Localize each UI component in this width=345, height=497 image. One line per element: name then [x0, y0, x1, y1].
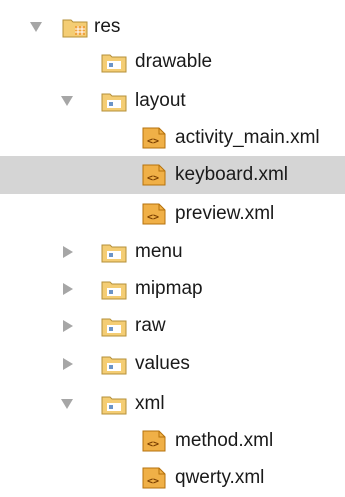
folder-icon — [101, 93, 127, 112]
xml-file-icon: <> — [142, 430, 166, 452]
folder-icon — [101, 318, 127, 337]
collapsed-arrow-icon[interactable] — [61, 358, 75, 370]
tree-row-activity-main-xml[interactable]: <> activity_main.xml — [0, 119, 345, 157]
svg-text:<>: <> — [147, 173, 159, 184]
svg-text:<>: <> — [147, 212, 159, 223]
tree-row-xml[interactable]: xml — [0, 385, 345, 423]
expanded-arrow-icon[interactable] — [60, 398, 74, 410]
tree-row-preview-xml[interactable]: <> preview.xml — [0, 195, 345, 233]
xml-file-icon: <> — [142, 164, 166, 186]
tree-label: xml — [135, 393, 165, 414]
resource-folder-icon — [62, 19, 88, 38]
tree-label: layout — [135, 90, 186, 111]
tree-label: keyboard.xml — [175, 164, 288, 185]
svg-text:<>: <> — [147, 136, 159, 147]
tree-label: mipmap — [135, 278, 203, 299]
xml-file-icon: <> — [142, 203, 166, 225]
collapsed-arrow-icon[interactable] — [61, 283, 75, 295]
tree-row-drawable[interactable]: drawable — [0, 43, 345, 81]
tree-row-raw[interactable]: raw — [0, 307, 345, 345]
tree-label: values — [135, 353, 190, 374]
tree-row-res[interactable]: res — [0, 8, 345, 46]
xml-file-icon: <> — [142, 127, 166, 149]
collapsed-arrow-icon[interactable] — [61, 320, 75, 332]
tree-label: qwerty.xml — [175, 467, 265, 488]
tree-label: menu — [135, 241, 183, 262]
tree-label: method.xml — [175, 430, 274, 451]
svg-text:<>: <> — [147, 476, 159, 487]
folder-icon — [101, 281, 127, 300]
project-tree: res drawable layout <> activity_main.xml — [0, 0, 345, 491]
tree-row-menu[interactable]: menu — [0, 233, 345, 271]
svg-text:<>: <> — [147, 439, 159, 450]
xml-file-icon: <> — [142, 467, 166, 489]
tree-label: raw — [135, 315, 166, 336]
expanded-arrow-icon[interactable] — [29, 21, 43, 33]
tree-row-qwerty-xml[interactable]: <> qwerty.xml — [0, 459, 345, 497]
collapsed-arrow-icon[interactable] — [61, 246, 75, 258]
tree-row-keyboard-xml[interactable]: <> keyboard.xml — [0, 156, 345, 194]
tree-label: activity_main.xml — [175, 127, 320, 148]
tree-label: res — [94, 16, 121, 37]
tree-row-layout[interactable]: layout — [0, 82, 345, 120]
folder-icon — [101, 396, 127, 415]
folder-icon — [101, 54, 127, 73]
tree-label: preview.xml — [175, 203, 275, 224]
folder-icon — [101, 356, 127, 375]
tree-label: drawable — [135, 51, 213, 72]
tree-row-mipmap[interactable]: mipmap — [0, 270, 345, 308]
folder-icon — [101, 244, 127, 263]
expanded-arrow-icon[interactable] — [60, 95, 74, 107]
tree-row-method-xml[interactable]: <> method.xml — [0, 422, 345, 460]
tree-row-values[interactable]: values — [0, 345, 345, 383]
